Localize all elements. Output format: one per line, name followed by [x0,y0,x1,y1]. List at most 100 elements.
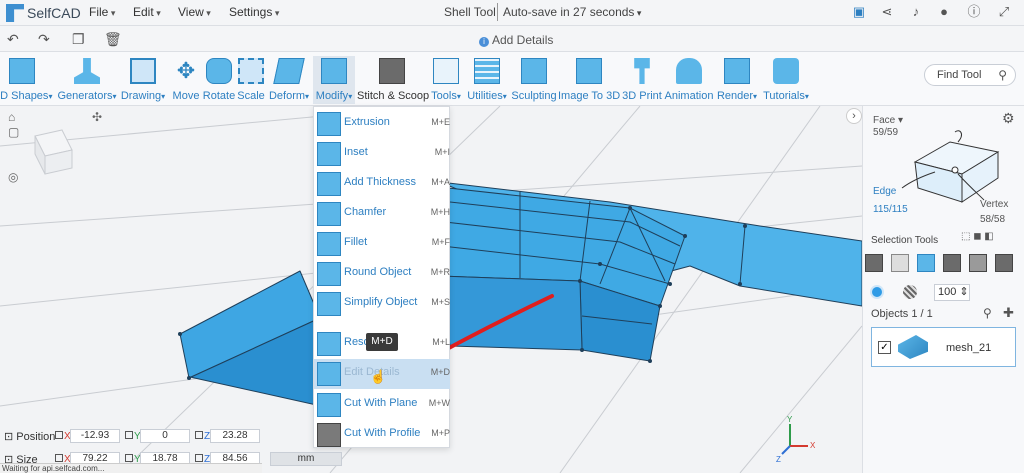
object-visibility-checkbox[interactable]: ✓ [878,341,891,354]
tool-animation[interactable]: Animation [664,56,714,104]
tool-label: Tutorials [760,90,812,102]
tool-move[interactable]: ✥ Move [170,56,202,104]
svg-text:✣: ✣ [92,110,102,124]
tool-deform[interactable]: Deform [266,56,312,104]
tool-label: Rotate [202,90,236,102]
svg-text:▢: ▢ [8,125,19,139]
position-z-axis[interactable]: Z [195,431,210,442]
position-y-axis[interactable]: Y [125,431,141,442]
round-object-icon [317,262,341,286]
undo-icon[interactable]: ↶ [7,31,19,48]
svg-text:X: X [810,441,816,450]
tool-tutorials[interactable]: Tutorials [760,56,812,104]
menu-item-cut-with-plane[interactable]: Cut With Plane M+W [314,390,450,420]
tool-generators[interactable]: Generators [56,56,118,104]
menu-item-add-thickness[interactable]: Add Thickness M+A [314,169,450,199]
collapse-panel-button[interactable]: › [846,108,862,124]
position-y-field[interactable]: 0 [140,429,190,443]
fullscreen-icon[interactable]: ⤢ [996,4,1012,20]
tool-stitch-scoop[interactable]: Stitch & Scoop [357,56,429,104]
select-face-icon[interactable] [917,254,935,272]
select-edge-icon[interactable] [943,254,961,272]
redo-icon[interactable]: ↷ [38,31,50,48]
object-list-item[interactable]: ✓ mesh_21 [871,327,1016,367]
menu-item-simplify-object[interactable]: Simplify Object M+S [314,289,450,319]
3d-shapes-icon [9,58,35,84]
cut-with-plane-icon [317,393,341,417]
tool-render[interactable]: Render [714,56,760,104]
position-label: Position [16,431,56,443]
info-icon: i [479,37,489,47]
menu-file[interactable]: File [89,5,115,19]
position-x-field[interactable]: -12.93 [70,429,120,443]
save-icon[interactable]: ▣ [851,4,867,20]
menu-item-shortcut: M+L [432,337,450,347]
mesh-object [179,181,862,409]
tool-tools[interactable]: Tools [428,56,464,104]
tool-sculpting[interactable]: Sculpting [510,56,558,104]
app-logo[interactable]: SelfCAD [6,3,81,23]
tools-icon [433,58,459,84]
tool-label: Deform [266,90,312,102]
menu-item-shortcut: M+A [431,177,450,187]
top-menu-bar: SelfCAD File Edit View Settings Shell To… [0,0,1024,26]
tool-drawing[interactable]: Drawing [120,56,166,104]
selection-extra-icons[interactable]: ⬚ ◼ ◧ [961,231,994,242]
user-account-icon[interactable]: ● [936,4,952,20]
position-z-field[interactable]: 23.28 [210,429,260,443]
delete-icon[interactable]: 🗑 [104,31,122,48]
share-icon[interactable]: ⋖ [879,4,895,20]
objects-add-icon[interactable]: ✚ [1003,305,1014,321]
select-box-icon[interactable] [995,254,1013,272]
simplify-object-icon [317,292,341,316]
selfcad-logo-icon [6,4,24,22]
menu-item-shortcut: M+H [430,207,450,217]
tool-label: Render [714,90,760,102]
tool-rotate[interactable]: Rotate [202,56,236,104]
info-icon[interactable]: ⓘ [966,4,982,20]
search-icon: ⚲ [998,68,1007,82]
tool-scale[interactable]: Scale [236,56,266,104]
menu-view[interactable]: View [178,5,211,19]
render-icon [724,58,750,84]
wireframe-toggle-icon[interactable] [903,285,917,299]
tool-3d-print[interactable]: 3D Print [620,56,664,104]
tool-modify[interactable]: Modify [313,56,355,104]
tool-utilities[interactable]: Utilities [464,56,510,104]
find-tool-input[interactable]: Find Tool ⚲ [924,64,1016,86]
mouse-cursor-icon: ☝ [370,369,387,384]
modify-icon [321,58,347,84]
menu-edit[interactable]: Edit [133,5,161,19]
inset-icon [317,142,341,166]
face-count: 59/59 [873,127,899,138]
opacity-stepper[interactable]: 100 ⇕ [934,284,970,301]
face-mode-label[interactable]: Face ▾ [873,115,903,126]
3d-print-icon [634,58,650,84]
select-vertex-icon[interactable] [969,254,987,272]
color-swatch[interactable] [870,285,884,299]
tool-3d-shapes[interactable]: 3D Shapes [0,56,50,104]
menu-item-round-object[interactable]: Round Object M+R [314,259,450,289]
current-tool-hint-text: Add Details [492,33,554,47]
autosave-status[interactable]: Auto-save in 27 seconds [503,5,641,19]
objects-search-icon[interactable]: ⚲ [983,306,992,320]
move-icon: ✥ [176,58,196,83]
select-mesh-icon[interactable] [891,254,909,272]
position-x-axis[interactable]: X [55,431,71,442]
menu-item-chamfer[interactable]: Chamfer M+H [314,199,450,229]
tool-label: 3D Print [622,90,662,102]
menu-settings[interactable]: Settings [229,5,279,19]
unit-select[interactable]: mm [270,452,342,466]
menu-item-fillet[interactable]: Fillet M+F [314,229,450,259]
select-object-icon[interactable] [865,254,883,272]
menu-item-label: Fillet [344,236,368,248]
edge-mode-label[interactable]: Edge [873,186,896,197]
notifications-bell-icon[interactable]: ♪ [908,4,924,20]
tool-image-to-3d[interactable]: Image To 3D [558,56,620,104]
menu-item-extrusion[interactable]: Extrusion M+E [314,109,450,139]
vertex-mode-label[interactable]: Vertex [980,199,1008,210]
copy-icon[interactable]: ❐ [72,31,85,48]
menu-item-shortcut: M+D [430,367,450,377]
menu-item-inset[interactable]: Inset M+I [314,139,450,169]
menu-item-shortcut: M+E [431,117,450,127]
